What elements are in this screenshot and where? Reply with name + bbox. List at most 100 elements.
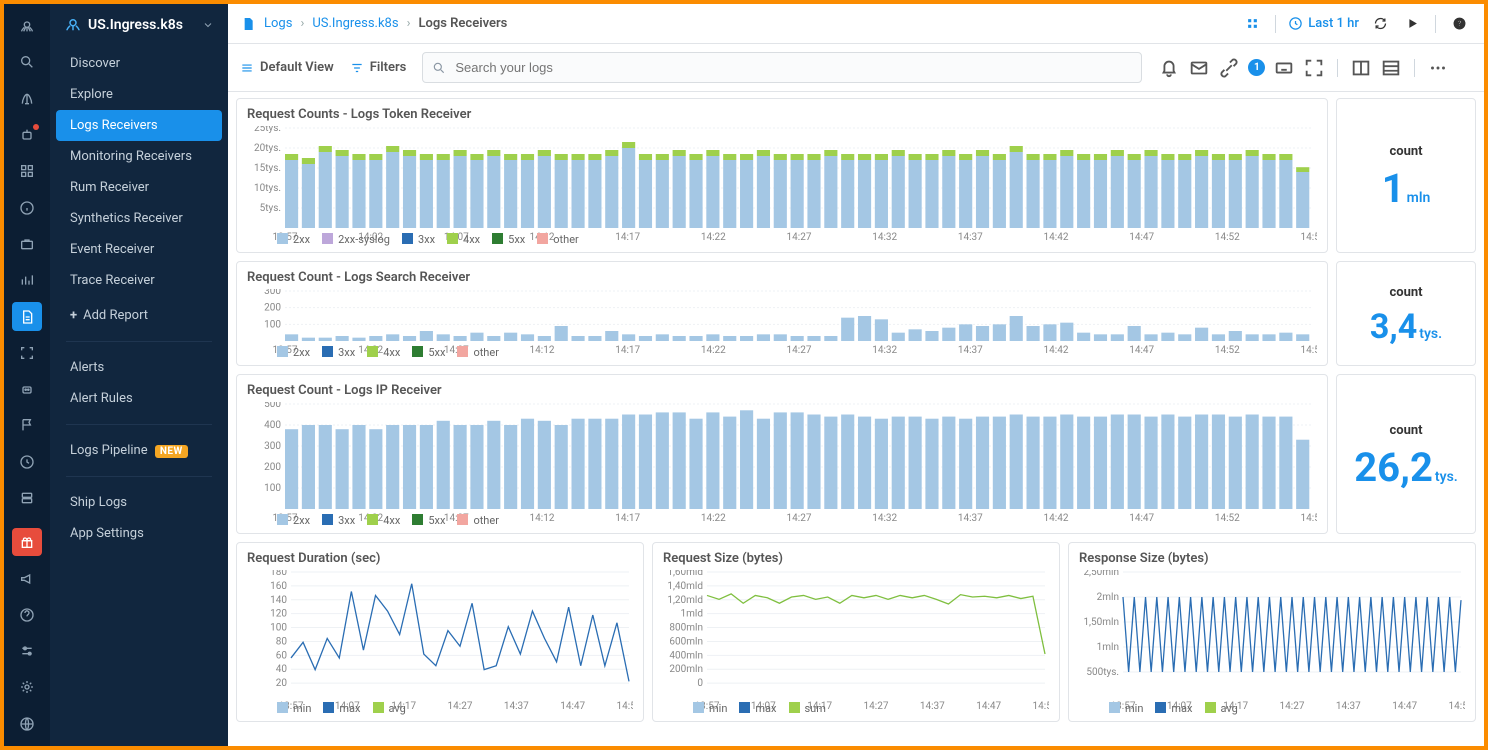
clock-icon[interactable]	[12, 448, 42, 476]
default-view[interactable]: Default View	[240, 60, 334, 75]
svg-text:600mln: 600mln	[669, 636, 703, 647]
legend-item[interactable]: 4xx	[367, 346, 400, 359]
layout-split-icon[interactable]	[1350, 57, 1372, 79]
sidebar-alerts[interactable]: Alerts	[50, 352, 228, 383]
add-report[interactable]: +Add Report	[50, 300, 228, 331]
svg-text:500tys.: 500tys.	[1086, 667, 1119, 678]
keyboard-icon[interactable]	[1273, 57, 1295, 79]
sidebar-item-explore[interactable]: Explore	[50, 79, 228, 110]
search-box	[422, 52, 1142, 83]
kpi-search[interactable]: count 3,4tys.	[1336, 261, 1476, 366]
legend-item[interactable]: 3xx	[322, 514, 355, 527]
refresh-icon[interactable]	[1369, 13, 1391, 35]
legend-item[interactable]: other	[457, 514, 499, 527]
kpi-token[interactable]: count 1mln	[1336, 98, 1476, 253]
panel-duration[interactable]: Request Duration (sec) 20406080100120140…	[236, 542, 644, 722]
legend-item[interactable]: max	[323, 702, 360, 715]
legend-item[interactable]: other	[457, 346, 499, 359]
legend-item[interactable]: min	[693, 702, 727, 715]
sidebar-ship-logs[interactable]: Ship Logs	[50, 487, 228, 518]
svg-text:200mln: 200mln	[669, 664, 703, 675]
legend-item[interactable]: 2xx-syslog	[322, 233, 390, 246]
mail-icon[interactable]	[1188, 57, 1210, 79]
grid-icon[interactable]	[12, 157, 42, 185]
tune-icon[interactable]	[12, 637, 42, 665]
sidebar-item-event-receiver[interactable]: Event Receiver	[50, 234, 228, 265]
search-icon	[432, 61, 446, 75]
fullscreen-icon[interactable]	[1303, 57, 1325, 79]
legend-item[interactable]: 2xx	[277, 346, 310, 359]
sidebar-app-settings[interactable]: App Settings	[50, 518, 228, 549]
globe-icon[interactable]	[12, 710, 42, 738]
legend-item[interactable]: min	[277, 702, 311, 715]
info-icon[interactable]	[12, 193, 42, 221]
more-icon[interactable]	[1427, 57, 1449, 79]
help-icon[interactable]	[12, 601, 42, 629]
filters[interactable]: Filters	[350, 60, 407, 75]
svg-text:800mln: 800mln	[669, 623, 703, 634]
legend-item[interactable]: avg	[373, 702, 406, 715]
sidebar-item-monitoring-receivers[interactable]: Monitoring Receivers	[50, 141, 228, 172]
legend-item[interactable]: other	[537, 233, 579, 246]
layout-list-icon[interactable]	[1380, 57, 1402, 79]
play-icon[interactable]	[1401, 13, 1423, 35]
sidebar-item-logs-receivers[interactable]: Logs Receivers	[56, 110, 222, 141]
search-icon[interactable]	[12, 48, 42, 76]
bell-icon[interactable]	[1158, 57, 1180, 79]
svg-text:100: 100	[270, 623, 287, 634]
panel-search[interactable]: Request Count - Logs Search Receiver 100…	[236, 261, 1328, 366]
unlink-icon[interactable]	[1218, 57, 1240, 79]
robot2-icon[interactable]	[12, 375, 42, 403]
legend-item[interactable]: 3xx	[402, 233, 435, 246]
chart-bar-icon[interactable]	[12, 266, 42, 294]
sidebar-logs-pipeline[interactable]: Logs Pipeline NEW	[50, 435, 228, 466]
panel-ip[interactable]: Request Count - Logs IP Receiver 1002003…	[236, 374, 1328, 534]
kpi-ip[interactable]: count 26,2tys.	[1336, 374, 1476, 534]
document-icon[interactable]	[12, 302, 42, 330]
crumb-app[interactable]: US.Ingress.k8s	[312, 16, 398, 31]
panel-req-size[interactable]: Request Size (bytes) 0200mln400mln600mln…	[652, 542, 1060, 722]
legend-item[interactable]: sum	[789, 702, 826, 715]
legend-item[interactable]: avg	[1205, 702, 1238, 715]
legend-item[interactable]: 3xx	[322, 346, 355, 359]
panel-resp-size[interactable]: Response Size (bytes) 500tys.1mln1,50mln…	[1068, 542, 1476, 722]
announce-icon[interactable]	[12, 564, 42, 592]
legend-item[interactable]: max	[1155, 702, 1192, 715]
legend-item[interactable]: 2xx	[277, 233, 310, 246]
robot-icon[interactable]	[12, 121, 42, 149]
crumb-logs[interactable]: Logs	[264, 16, 292, 31]
legend-item[interactable]: 5xx	[412, 514, 445, 527]
rocket-icon[interactable]	[12, 85, 42, 113]
gift-icon[interactable]	[12, 528, 42, 556]
legend-item[interactable]: min	[1109, 702, 1143, 715]
server-icon[interactable]	[12, 484, 42, 512]
flag-icon[interactable]	[12, 411, 42, 439]
legend-item[interactable]: 4xx	[447, 233, 480, 246]
sidebar-item-trace-receiver[interactable]: Trace Receiver	[50, 265, 228, 296]
logo-icon[interactable]	[12, 12, 42, 40]
legend-item[interactable]: 5xx	[412, 346, 445, 359]
doc-icon	[240, 16, 256, 32]
svg-text:5tys.: 5tys.	[260, 203, 281, 214]
time-range[interactable]: Last 1 hr	[1288, 16, 1359, 31]
app-selector[interactable]: US.Ingress.k8s	[50, 10, 228, 44]
workspace[interactable]: Request Counts - Logs Token Receiver 5ty…	[228, 92, 1484, 746]
legend-item[interactable]: 2xx	[277, 514, 310, 527]
svg-text:500: 500	[264, 402, 281, 410]
search-input[interactable]	[422, 52, 1142, 83]
sidebar-alert-rules[interactable]: Alert Rules	[50, 383, 228, 414]
panel-token[interactable]: Request Counts - Logs Token Receiver 5ty…	[236, 98, 1328, 253]
panel-title: Request Counts - Logs Token Receiver	[247, 107, 1317, 122]
legend-item[interactable]: 4xx	[367, 514, 400, 527]
legend-item[interactable]: max	[739, 702, 776, 715]
legend-item[interactable]: 5xx	[492, 233, 525, 246]
apps-icon[interactable]	[1241, 13, 1263, 35]
crumb-current: Logs Receivers	[418, 16, 507, 31]
briefcase-icon[interactable]	[12, 230, 42, 258]
help-top-icon[interactable]: ?	[1448, 13, 1470, 35]
sidebar-item-rum-receiver[interactable]: Rum Receiver	[50, 172, 228, 203]
scan-icon[interactable]	[12, 339, 42, 367]
sidebar-item-synthetics-receiver[interactable]: Synthetics Receiver	[50, 203, 228, 234]
gear-icon[interactable]	[12, 673, 42, 701]
sidebar-item-discover[interactable]: Discover	[50, 48, 228, 79]
